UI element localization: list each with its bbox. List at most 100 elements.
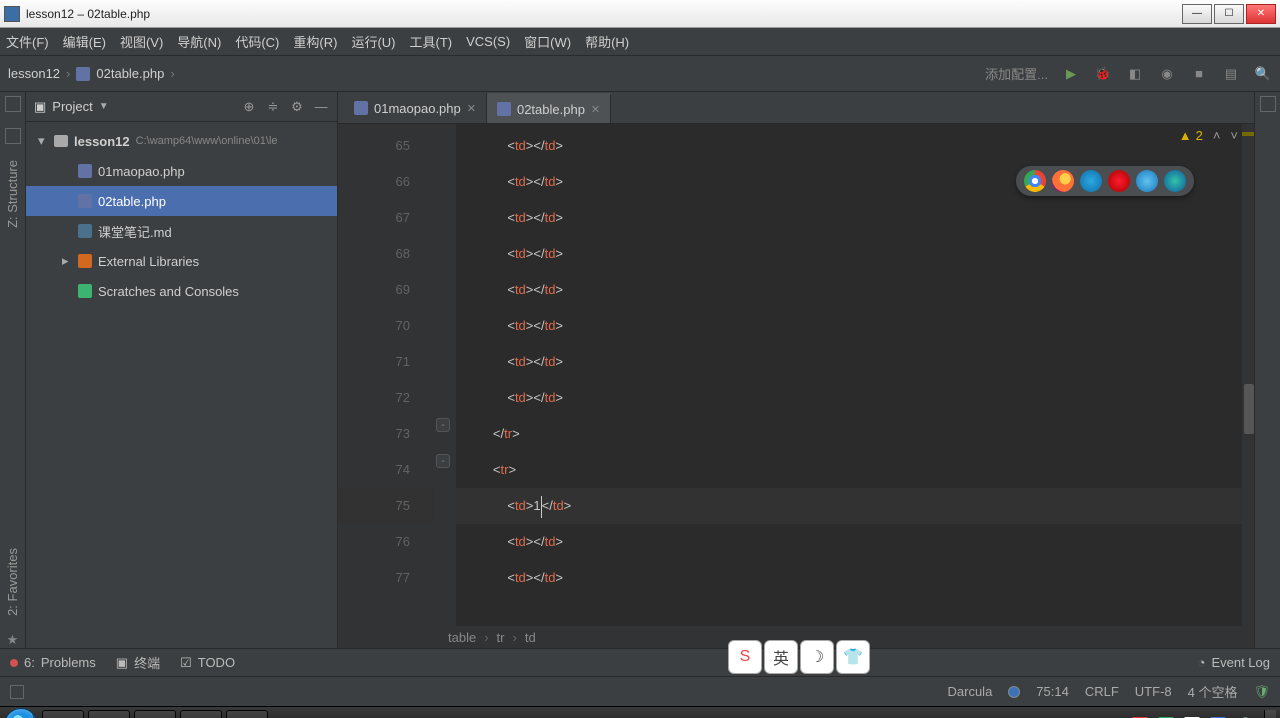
maximize-button[interactable]: ☐ bbox=[1214, 4, 1244, 24]
code-editor[interactable]: 656667686970 71727374757677 - - <td></td… bbox=[338, 124, 1254, 626]
ime-moon-icon[interactable]: ☽ bbox=[800, 640, 834, 674]
scrollbar-thumb[interactable] bbox=[1244, 384, 1254, 434]
chevron-down-icon[interactable]: ▼ bbox=[99, 101, 109, 112]
debug-icon[interactable]: 🐞 bbox=[1094, 65, 1112, 83]
crumb-tr[interactable]: tr bbox=[497, 630, 505, 645]
safari-icon[interactable] bbox=[1080, 170, 1102, 192]
menu-refactor[interactable]: 重构(R) bbox=[293, 32, 337, 51]
menu-run[interactable]: 运行(U) bbox=[351, 32, 395, 51]
indent-setting[interactable]: 4 个空格 bbox=[1188, 682, 1238, 701]
theme-dot-icon[interactable] bbox=[1008, 686, 1020, 698]
tree-external-libs[interactable]: ▸ External Libraries bbox=[26, 246, 337, 276]
breadcrumb-file[interactable]: 02table.php bbox=[96, 66, 164, 81]
terminal-toolwindow[interactable]: ▣ 终端 bbox=[116, 653, 160, 672]
expand-all-icon[interactable]: ≑ bbox=[265, 99, 281, 115]
code-content[interactable]: <td></td> <td></td> <td></td> <td></td> … bbox=[456, 124, 1254, 626]
stop-icon[interactable]: ■ bbox=[1190, 65, 1208, 83]
project-pane-label[interactable]: Project bbox=[52, 99, 92, 114]
menu-navigate[interactable]: 导航(N) bbox=[177, 32, 221, 51]
td-text: 1 bbox=[533, 498, 540, 513]
fold-marker-icon[interactable]: - bbox=[436, 454, 450, 468]
tree-file[interactable]: 01maopao.php bbox=[26, 156, 337, 186]
warning-mark-icon[interactable] bbox=[1242, 132, 1254, 136]
crumb-table[interactable]: table bbox=[448, 630, 476, 645]
structure-label[interactable]: Z: Structure bbox=[5, 160, 20, 228]
chevron-down-icon[interactable]: ▾ bbox=[38, 133, 48, 149]
tab-label: 01maopao.php bbox=[374, 101, 461, 116]
project-tree[interactable]: ▾ lesson12 C:\wamp64\www\online\01\le 01… bbox=[26, 122, 337, 648]
ime-lang-icon[interactable]: 英 bbox=[764, 640, 798, 674]
profiler-icon[interactable]: ◉ bbox=[1158, 65, 1176, 83]
favorites-label[interactable]: 2: Favorites bbox=[5, 548, 20, 616]
firefox-icon[interactable] bbox=[1052, 170, 1074, 192]
taskbar-chrome-icon[interactable]: ◯ bbox=[226, 710, 268, 718]
project-toolwindow-icon[interactable] bbox=[5, 96, 21, 112]
windows-taskbar: ▣ 🗀 ◆ ▤ ◯ ▲ 🔊 bbox=[0, 706, 1280, 718]
search-everywhere-icon[interactable]: 🔍 bbox=[1254, 65, 1272, 83]
problems-toolwindow[interactable]: 6: Problems bbox=[10, 655, 96, 670]
menu-help[interactable]: 帮助(H) bbox=[585, 32, 629, 51]
chrome-icon[interactable] bbox=[1024, 170, 1046, 192]
ie-icon[interactable] bbox=[1136, 170, 1158, 192]
database-toolwindow-icon[interactable] bbox=[1260, 96, 1276, 112]
next-highlight-icon[interactable]: ˅ bbox=[1230, 128, 1238, 143]
ime-sogou-icon[interactable]: S bbox=[728, 640, 762, 674]
file-encoding[interactable]: UTF-8 bbox=[1135, 684, 1172, 699]
favorites-star-icon[interactable]: ★ bbox=[7, 632, 19, 648]
menu-code[interactable]: 代码(C) bbox=[235, 32, 279, 51]
todo-icon: ☑ bbox=[180, 655, 192, 671]
locate-icon[interactable]: ⊕ bbox=[241, 99, 257, 115]
menu-tools[interactable]: 工具(T) bbox=[409, 32, 452, 51]
menu-vcs[interactable]: VCS(S) bbox=[466, 34, 510, 49]
folder-icon bbox=[54, 135, 68, 147]
menu-edit[interactable]: 编辑(E) bbox=[63, 32, 106, 51]
tree-root[interactable]: ▾ lesson12 C:\wamp64\www\online\01\le bbox=[26, 126, 337, 156]
taskbar-app-icon[interactable]: ▣ bbox=[42, 710, 84, 718]
tree-scratches[interactable]: Scratches and Consoles bbox=[26, 276, 337, 306]
prev-highlight-icon[interactable]: ˄ bbox=[1213, 128, 1221, 143]
ime-toolbar[interactable]: S 英 ☽ 👕 bbox=[728, 640, 870, 674]
edge-icon[interactable] bbox=[1164, 170, 1186, 192]
run-config-dropdown[interactable]: 添加配置... bbox=[985, 64, 1048, 83]
root-path: C:\wamp64\www\online\01\le bbox=[136, 135, 278, 147]
event-log-toolwindow[interactable]: ◔ Event Log bbox=[1198, 655, 1270, 670]
show-desktop-button[interactable] bbox=[1264, 710, 1276, 718]
caret-position[interactable]: 75:14 bbox=[1036, 684, 1069, 699]
editor-tab[interactable]: 01maopao.php ✕ bbox=[344, 93, 487, 123]
taskbar-app-icon[interactable]: ▤ bbox=[180, 710, 222, 718]
taskbar-app-icon[interactable]: ◆ bbox=[134, 710, 176, 718]
taskbar-explorer-icon[interactable]: 🗀 bbox=[88, 710, 130, 718]
inspection-warning[interactable]: ▲ 2 bbox=[1179, 128, 1203, 143]
menu-window[interactable]: 窗口(W) bbox=[524, 32, 571, 51]
inspection-indicator-icon[interactable]: 🛡 bbox=[1253, 684, 1270, 700]
editor-tab-active[interactable]: 02table.php ✕ bbox=[487, 93, 611, 123]
fold-marker-icon[interactable]: - bbox=[436, 418, 450, 432]
menu-view[interactable]: 视图(V) bbox=[120, 32, 163, 51]
hide-icon[interactable]: — bbox=[313, 99, 329, 115]
event-log-label: Event Log bbox=[1211, 655, 1270, 670]
opera-icon[interactable] bbox=[1108, 170, 1130, 192]
menu-file[interactable]: 文件(F) bbox=[6, 32, 49, 51]
tree-file[interactable]: 课堂笔记.md bbox=[26, 216, 337, 246]
close-tab-icon[interactable]: ✕ bbox=[467, 102, 476, 115]
close-tab-icon[interactable]: ✕ bbox=[591, 103, 600, 116]
todo-toolwindow[interactable]: ☑ TODO bbox=[180, 655, 235, 671]
ime-skin-icon[interactable]: 👕 bbox=[836, 640, 870, 674]
chevron-right-icon[interactable]: ▸ bbox=[62, 253, 72, 269]
line-separator[interactable]: CRLF bbox=[1085, 684, 1119, 699]
minimize-button[interactable]: — bbox=[1182, 4, 1212, 24]
close-button[interactable]: ✕ bbox=[1246, 4, 1276, 24]
breadcrumb-project[interactable]: lesson12 bbox=[8, 66, 60, 81]
toolwindow-quick-access-icon[interactable] bbox=[10, 685, 24, 699]
tree-file-selected[interactable]: 02table.php bbox=[26, 186, 337, 216]
gear-icon[interactable]: ⚙ bbox=[289, 99, 305, 115]
fold-column[interactable]: - - bbox=[434, 124, 456, 626]
coverage-icon[interactable]: ◧ bbox=[1126, 65, 1144, 83]
crumb-td[interactable]: td bbox=[525, 630, 536, 645]
layout-icon[interactable]: ▤ bbox=[1222, 65, 1240, 83]
theme-label[interactable]: Darcula bbox=[948, 684, 993, 699]
error-stripe[interactable] bbox=[1242, 124, 1254, 626]
start-button[interactable] bbox=[4, 708, 38, 718]
run-icon[interactable]: ▶ bbox=[1062, 65, 1080, 83]
structure-toolwindow-icon[interactable] bbox=[5, 128, 21, 144]
